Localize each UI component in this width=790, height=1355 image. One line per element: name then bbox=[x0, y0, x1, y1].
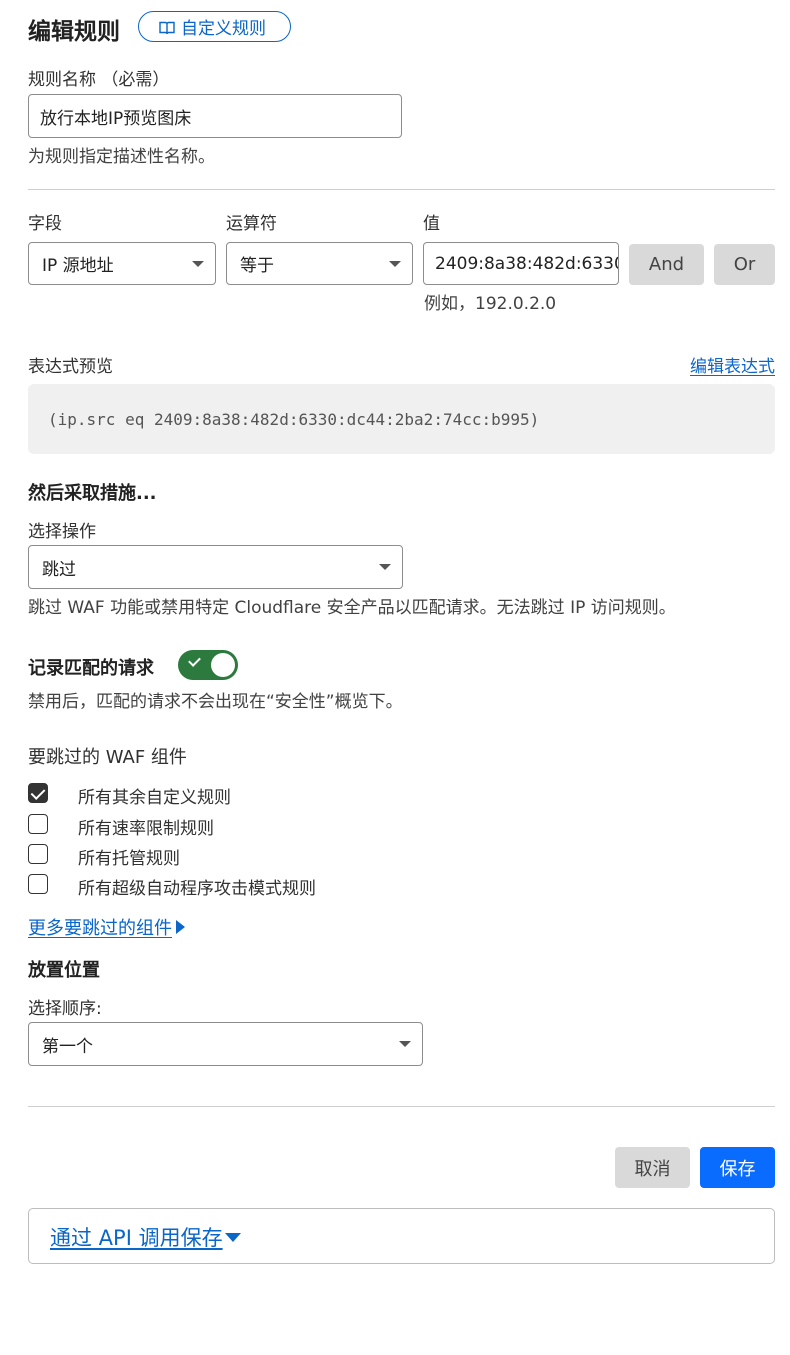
api-call-toggle[interactable]: 通过 API 调用保存 bbox=[50, 1222, 241, 1252]
chevron-down-icon bbox=[379, 564, 391, 570]
checkbox-label: 所有速率限制规则 bbox=[78, 819, 214, 839]
and-button[interactable]: And bbox=[629, 244, 704, 285]
checkbox-bot-fight-rules[interactable] bbox=[28, 874, 48, 894]
rule-name-label: 规则名称 （必需） bbox=[28, 70, 170, 90]
custom-rules-docs-label: 自定义规则 bbox=[181, 19, 266, 39]
waf-components-title: 要跳过的 WAF 组件 bbox=[28, 747, 187, 768]
book-icon bbox=[159, 20, 175, 34]
checkbox-label: 所有托管规则 bbox=[78, 849, 180, 869]
operator-select-value: 等于 bbox=[240, 256, 274, 276]
caret-down-icon bbox=[224, 1232, 241, 1242]
page-title: 编辑规则 bbox=[28, 19, 120, 45]
expression-preview-label: 表达式预览 bbox=[28, 357, 113, 377]
checkbox-rate-limit-rules[interactable] bbox=[28, 814, 48, 834]
check-icon bbox=[188, 654, 201, 667]
log-matching-toggle[interactable] bbox=[178, 650, 238, 680]
chevron-down-icon bbox=[192, 260, 204, 267]
custom-rules-docs-button[interactable]: 自定义规则 bbox=[138, 11, 291, 42]
field-select-value: IP 源地址 bbox=[42, 256, 114, 276]
action-select-label: 选择操作 bbox=[28, 522, 96, 542]
api-call-link: 通过 API 调用保存 bbox=[50, 1226, 223, 1250]
placement-title: 放置位置 bbox=[28, 960, 100, 981]
expression-preview: (ip.src eq 2409:8a38:482d:6330:dc44:2ba2… bbox=[28, 384, 775, 454]
chevron-down-icon bbox=[399, 1041, 411, 1047]
order-select[interactable]: 第一个 bbox=[28, 1022, 423, 1066]
log-matching-help: 禁用后，匹配的请求不会出现在“安全性”概览下。 bbox=[28, 692, 403, 712]
divider bbox=[28, 1106, 775, 1107]
checkbox-label: 所有其余自定义规则 bbox=[78, 788, 231, 808]
expression-text: (ip.src eq 2409:8a38:482d:6330:dc44:2ba2… bbox=[48, 409, 540, 429]
value-input[interactable]: 2409:8a38:482d:6330:dc44:2ba2:74cc:b995 bbox=[423, 242, 619, 285]
rule-name-help: 为规则指定描述性名称。 bbox=[28, 147, 215, 167]
log-matching-label: 记录匹配的请求 bbox=[28, 658, 154, 679]
operator-label: 运算符 bbox=[226, 214, 277, 234]
action-section-title: 然后采取措施... bbox=[28, 483, 157, 504]
field-select[interactable]: IP 源地址 bbox=[28, 242, 216, 285]
toggle-knob bbox=[211, 653, 235, 677]
divider bbox=[28, 189, 775, 190]
action-help: 跳过 WAF 功能或禁用特定 Cloudflare 安全产品以匹配请求。无法跳过… bbox=[28, 598, 676, 618]
order-select-value: 第一个 bbox=[42, 1036, 93, 1057]
value-input-value: 2409:8a38:482d:6330:dc44:2ba2:74cc:b995 bbox=[435, 253, 619, 274]
action-select-value: 跳过 bbox=[42, 559, 76, 580]
value-label: 值 bbox=[423, 214, 440, 234]
checkbox-custom-rules[interactable] bbox=[28, 783, 48, 803]
save-button[interactable]: 保存 bbox=[700, 1147, 775, 1188]
operator-select[interactable]: 等于 bbox=[226, 242, 413, 285]
field-label: 字段 bbox=[28, 214, 62, 234]
api-call-panel: 通过 API 调用保存 bbox=[28, 1208, 775, 1264]
checkbox-managed-rules[interactable] bbox=[28, 844, 48, 864]
rule-name-input[interactable]: 放行本地IP预览图床 bbox=[28, 94, 402, 138]
value-example: 例如，192.0.2.0 bbox=[424, 294, 557, 314]
or-button[interactable]: Or bbox=[714, 244, 775, 285]
more-components-toggle[interactable]: 更多要跳过的组件 bbox=[28, 914, 185, 940]
rule-name-value: 放行本地IP预览图床 bbox=[40, 108, 192, 129]
checkbox-label: 所有超级自动程序攻击模式规则 bbox=[78, 879, 316, 899]
order-label: 选择顺序: bbox=[28, 999, 102, 1019]
edit-expression-link[interactable]: 编辑表达式 bbox=[690, 352, 775, 377]
caret-right-icon bbox=[176, 920, 185, 934]
chevron-down-icon bbox=[389, 260, 401, 267]
action-select[interactable]: 跳过 bbox=[28, 545, 403, 589]
more-components-link: 更多要跳过的组件 bbox=[28, 918, 172, 939]
cancel-button[interactable]: 取消 bbox=[615, 1147, 690, 1188]
